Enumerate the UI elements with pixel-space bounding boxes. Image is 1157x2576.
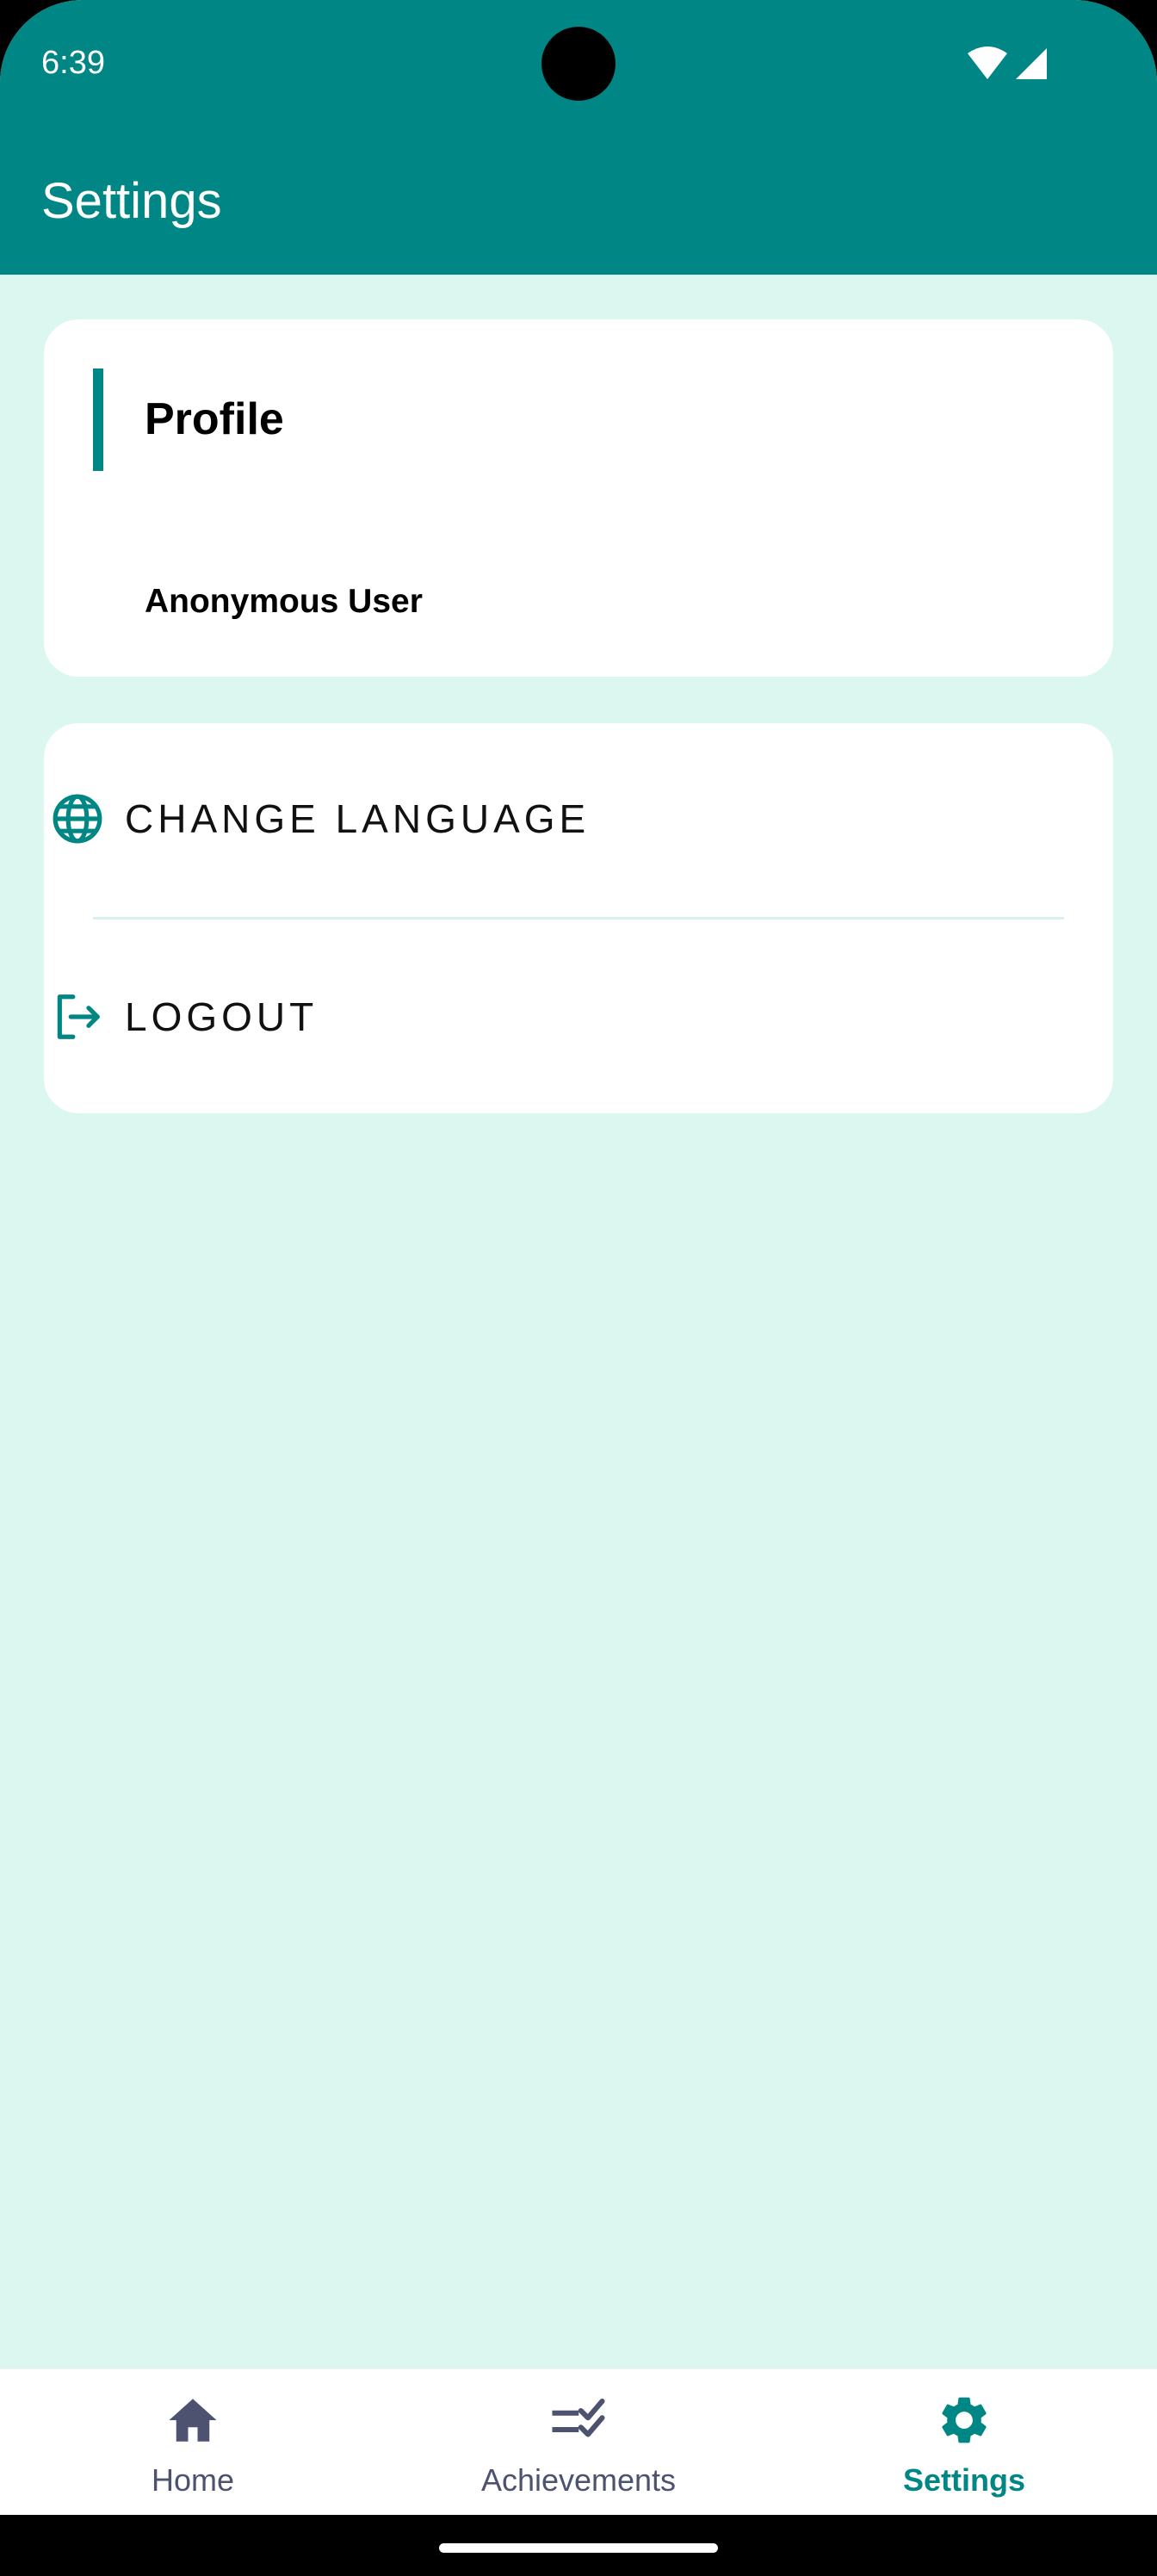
gear-icon (936, 2392, 993, 2449)
nav-label-home: Home (151, 2462, 235, 2498)
home-icon (164, 2392, 221, 2449)
change-language-button[interactable]: CHANGE LANGUAGE (49, 771, 1065, 866)
divider (93, 917, 1064, 920)
bottom-navigation: Home Achievements Settings (0, 2369, 1157, 2516)
status-icons (968, 45, 1050, 83)
profile-card: Profile Anonymous User (44, 319, 1113, 677)
logout-button[interactable]: LOGOUT (49, 969, 1065, 1064)
app-bar: 6:39 Settings (0, 0, 1157, 275)
system-gesture-bar (0, 2515, 1157, 2576)
profile-accent-bar (93, 368, 103, 471)
status-time: 6:39 (41, 45, 105, 81)
nav-label-achievements: Achievements (480, 2462, 677, 2498)
cell-signal-icon (1016, 48, 1047, 79)
gesture-handle[interactable] (439, 2543, 718, 2553)
globe-icon (49, 790, 106, 847)
profile-title: Profile (145, 394, 284, 444)
change-language-label: CHANGE LANGUAGE (125, 796, 591, 841)
wifi-icon (968, 46, 1007, 79)
logout-label: LOGOUT (125, 994, 319, 1039)
checklist-icon (550, 2392, 607, 2449)
profile-user-name: Anonymous User (145, 583, 423, 620)
nav-item-settings[interactable]: Settings (771, 2369, 1157, 2516)
logout-icon (49, 988, 106, 1045)
screen: 6:39 Settings Profile Anonymous User CHA… (0, 0, 1157, 2576)
nav-label-settings: Settings (902, 2462, 1025, 2498)
nav-item-home[interactable]: Home (0, 2369, 386, 2516)
page-title: Settings (41, 173, 222, 229)
nav-item-achievements[interactable]: Achievements (386, 2369, 771, 2516)
camera-cutout (541, 27, 616, 101)
